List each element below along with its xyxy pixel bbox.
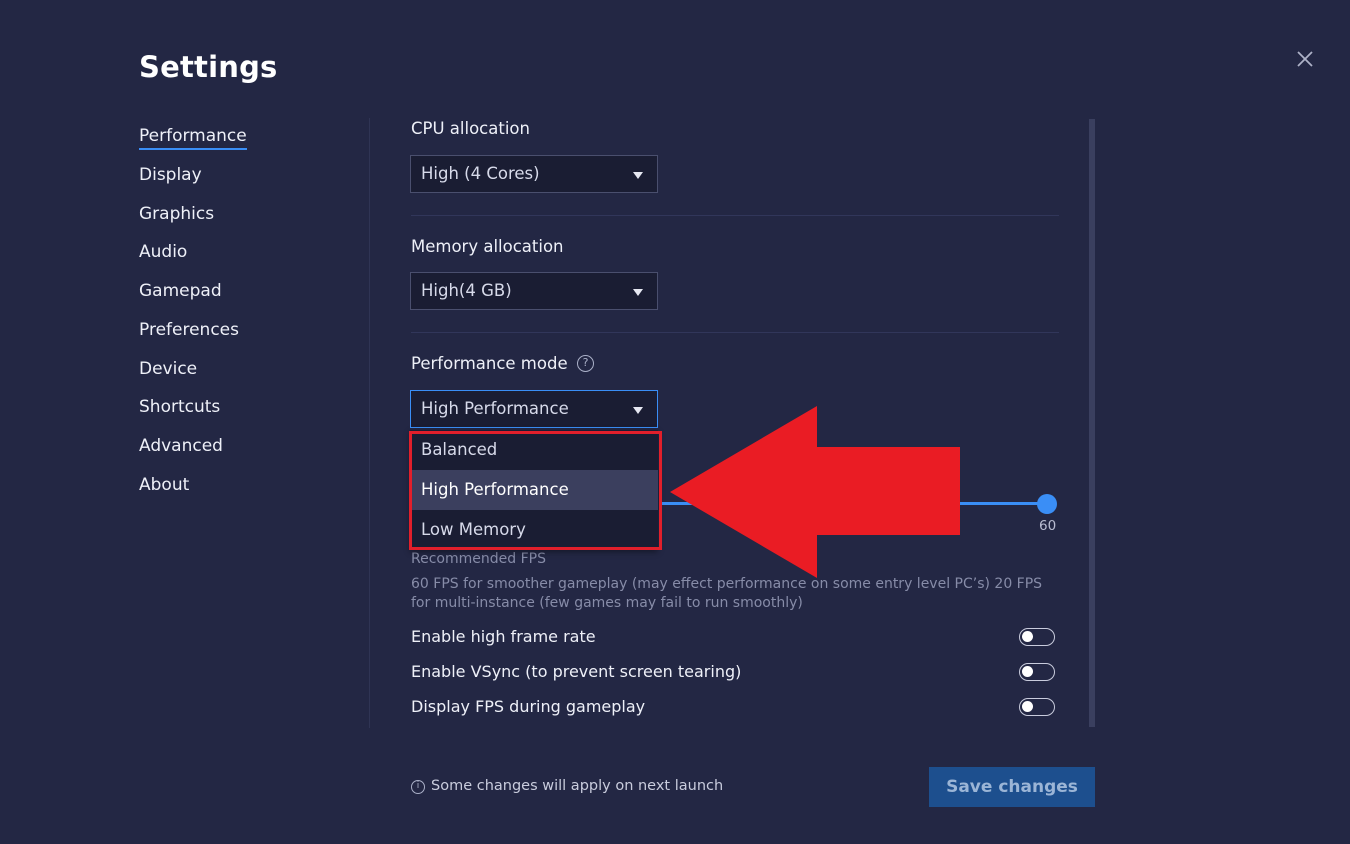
display-fps-label: Display FPS during gameplay	[411, 697, 646, 716]
display-fps-toggle[interactable]	[1019, 698, 1055, 716]
sidebar-divider	[369, 118, 370, 728]
memory-allocation-select[interactable]: High(4 GB)	[410, 272, 658, 310]
chevron-down-icon	[633, 289, 643, 296]
high-frame-rate-toggle[interactable]	[1019, 628, 1055, 646]
annotation-arrow-icon	[670, 406, 960, 578]
sidebar-item-performance[interactable]: Performance	[139, 125, 247, 150]
sidebar-item-gamepad[interactable]: Gamepad	[139, 280, 222, 302]
toggle-knob	[1022, 666, 1033, 677]
divider	[411, 332, 1059, 333]
toggle-knob	[1022, 701, 1033, 712]
performance-mode-value: High Performance	[421, 399, 569, 418]
vsync-toggle[interactable]	[1019, 663, 1055, 681]
memory-allocation-label: Memory allocation	[411, 237, 564, 256]
recommended-fps-label: Recommended FPS	[411, 551, 546, 567]
sidebar-item-about[interactable]: About	[139, 474, 189, 496]
scrollbar[interactable]	[1089, 119, 1095, 727]
close-x-icon[interactable]	[1292, 46, 1318, 72]
sidebar-item-audio[interactable]: Audio	[139, 241, 187, 263]
sidebar-item-display[interactable]: Display	[139, 164, 202, 186]
sidebar-item-device[interactable]: Device	[139, 358, 197, 380]
save-changes-button[interactable]: Save changes	[929, 767, 1095, 807]
toggle-knob	[1022, 631, 1033, 642]
chevron-down-icon	[633, 407, 643, 414]
dropdown-option-balanced[interactable]: Balanced	[410, 430, 658, 470]
memory-allocation-value: High(4 GB)	[421, 281, 512, 300]
question-mark-icon[interactable]: ?	[577, 355, 594, 372]
sidebar-item-advanced[interactable]: Advanced	[139, 435, 223, 457]
performance-mode-dropdown: Balanced High Performance Low Memory	[410, 430, 658, 550]
sidebar-item-preferences[interactable]: Preferences	[139, 319, 239, 341]
close-icon[interactable]	[1292, 46, 1318, 72]
settings-title: Settings	[139, 50, 278, 84]
fps-slider-value: 60	[1039, 518, 1057, 534]
performance-mode-select[interactable]: High Performance	[410, 390, 658, 428]
fps-slider-handle[interactable]	[1037, 494, 1057, 514]
high-frame-rate-label: Enable high frame rate	[411, 627, 596, 646]
cpu-allocation-label: CPU allocation	[411, 119, 530, 138]
performance-mode-label: Performance mode	[411, 354, 568, 373]
vsync-label: Enable VSync (to prevent screen tearing)	[411, 662, 742, 681]
divider	[411, 215, 1059, 216]
sidebar-item-graphics[interactable]: Graphics	[139, 203, 214, 225]
cpu-allocation-value: High (4 Cores)	[421, 164, 540, 183]
chevron-down-icon	[633, 172, 643, 179]
info-icon: i	[411, 780, 425, 794]
sidebar-item-shortcuts[interactable]: Shortcuts	[139, 396, 220, 418]
dropdown-option-low-memory[interactable]: Low Memory	[410, 510, 658, 550]
dropdown-option-high-performance[interactable]: High Performance	[410, 470, 658, 510]
cpu-allocation-select[interactable]: High (4 Cores)	[410, 155, 658, 193]
restart-note: Some changes will apply on next launch	[431, 778, 724, 794]
